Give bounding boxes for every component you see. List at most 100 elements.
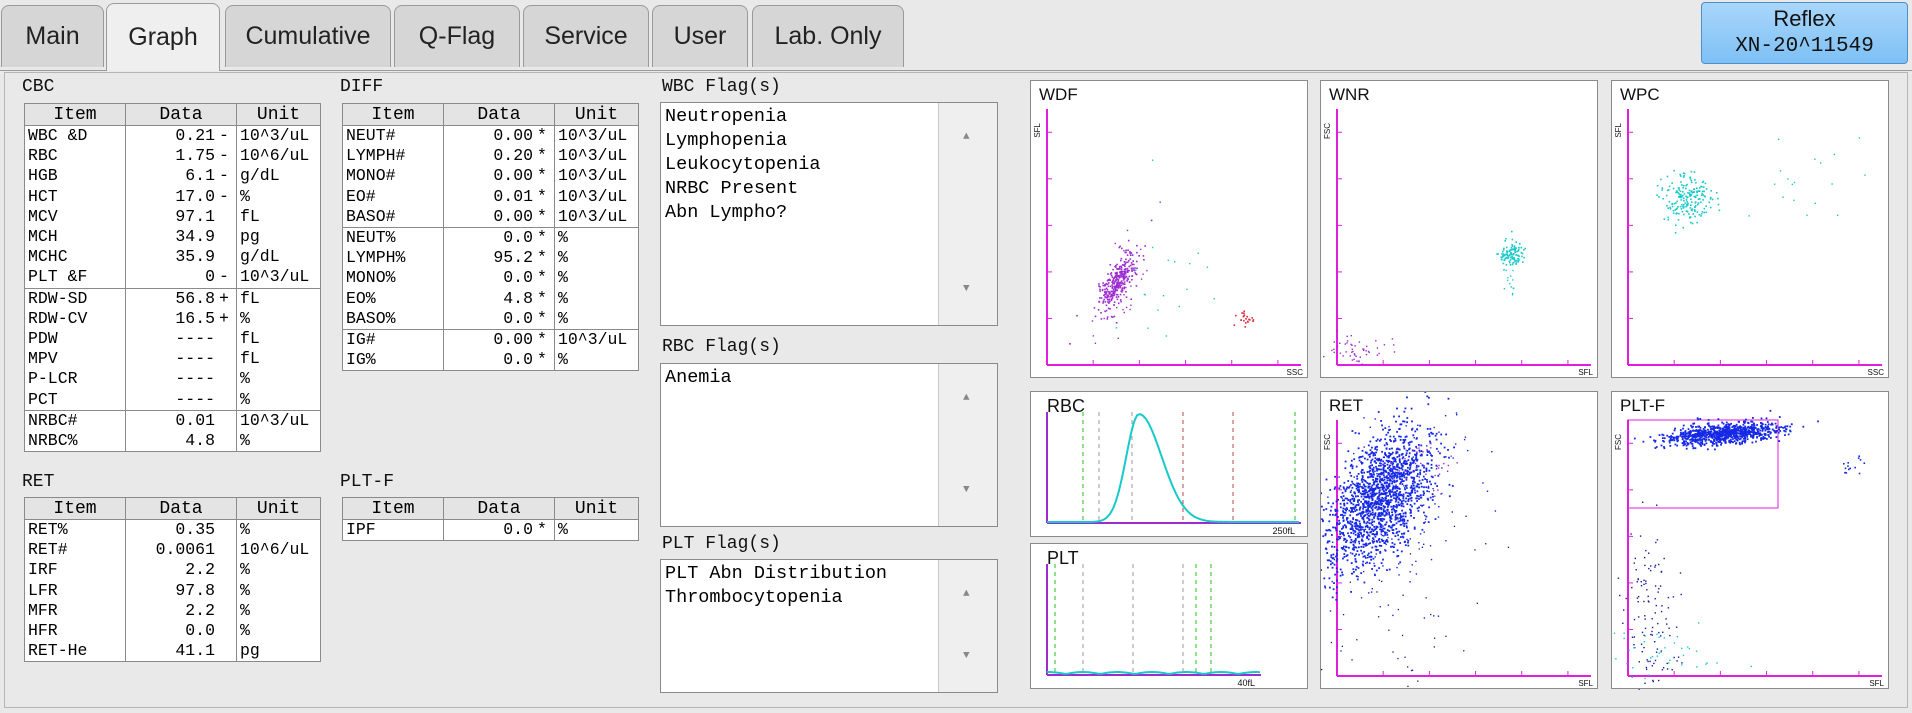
scatter-dot: [1425, 473, 1427, 475]
scroll-down-arrow-icon[interactable]: ▼: [963, 644, 970, 668]
axes: [1046, 109, 1301, 366]
scatter-dot: [1402, 505, 1405, 508]
scatter-dot: [1385, 497, 1387, 500]
scrollbar[interactable]: ▲ ▼: [938, 560, 997, 692]
scroll-down-arrow-icon[interactable]: ▼: [963, 478, 970, 502]
scrollbar[interactable]: ▲ ▼: [938, 364, 997, 526]
plt-flags-list[interactable]: PLT Abn Distribution Thrombocytopenia ▲ ▼: [660, 559, 998, 693]
col-data: Data: [443, 103, 555, 126]
tab-q-flag[interactable]: Q-Flag: [394, 5, 520, 67]
tab-cumulative[interactable]: Cumulative: [225, 5, 391, 67]
scatter-dot: [1700, 213, 1703, 215]
scatter-dot: [1382, 428, 1384, 431]
scatter-dot: [1390, 517, 1393, 520]
scatter-dot: [1408, 473, 1411, 476]
scatter-dot: [1694, 433, 1697, 435]
scatter-dot: [1373, 517, 1375, 519]
scroll-up-arrow-icon[interactable]: ▲: [963, 582, 970, 606]
scatter-dot: [1114, 289, 1117, 292]
rbc-flags-list[interactable]: Anemia ▲ ▼: [660, 363, 998, 527]
scatter-dot: [1345, 546, 1348, 549]
scatter-dot: [1361, 481, 1364, 483]
scatter-dot: [1423, 617, 1426, 619]
scatter-dot: [1356, 482, 1358, 485]
scatter-dot: [1351, 548, 1354, 551]
scatter-dot: [1398, 415, 1400, 418]
scatter-dot: [1697, 203, 1699, 206]
scatter-dot: [1690, 179, 1693, 182]
scatter-dot: [1143, 259, 1145, 261]
scroll-up-arrow-icon[interactable]: ▲: [963, 125, 970, 149]
ret-scattergram: FSC SFL RET: [1320, 391, 1598, 689]
wbc-flags-list[interactable]: Neutropenia Lymphopenia Leukocytopenia NRBC…: [660, 102, 998, 326]
scatter-dot: [1404, 544, 1407, 547]
scatter-dot: [1376, 475, 1379, 477]
scatter-dot: [1336, 552, 1338, 555]
scroll-up-arrow-icon[interactable]: ▲: [963, 386, 970, 410]
scatter-dot: [1409, 571, 1411, 573]
scatter-dot: [1340, 650, 1342, 652]
row-unit: 10^3/uL: [554, 146, 639, 167]
scatter-dot: [1383, 531, 1386, 534]
row-value: 97.8: [175, 580, 215, 600]
scatter-dot: [1248, 318, 1250, 321]
scatter-dot: [1785, 428, 1787, 431]
scatter-dot: [1384, 476, 1387, 479]
scatter-dot: [1675, 224, 1677, 227]
scatter-dot: [1113, 304, 1115, 306]
row-value: 4.8: [503, 288, 533, 308]
scatter-dot: [1251, 317, 1253, 319]
scatter-dot: [1656, 504, 1658, 506]
scatter-dot: [1346, 486, 1349, 489]
tab-main[interactable]: Main: [1, 5, 104, 67]
scatter-dot: [1374, 512, 1377, 515]
plt-flags-title: PLT Flag(s): [662, 534, 781, 554]
scatter-dot: [1509, 261, 1511, 264]
scatter-dot: [1380, 500, 1382, 502]
scatter-dot: [1716, 444, 1719, 447]
scatter-dot: [1387, 604, 1390, 606]
row-flag: -: [219, 146, 229, 166]
scatter-dot: [1391, 488, 1393, 491]
scatter-dot: [1100, 318, 1103, 320]
tab-lab-only[interactable]: Lab. Only: [752, 5, 904, 67]
scatter-dot: [1689, 193, 1692, 196]
tab-graph[interactable]: Graph: [106, 3, 220, 71]
scatter-dot: [1699, 443, 1702, 446]
scatter-dot: [1404, 511, 1407, 514]
row-unit: %: [236, 580, 321, 601]
scatter-dot: [1383, 478, 1386, 481]
scatter-dot: [1372, 487, 1374, 490]
scatter-dot: [1435, 438, 1438, 441]
scatter-dot: [1369, 467, 1371, 470]
scroll-down-arrow-icon[interactable]: ▼: [963, 277, 970, 301]
scrollbar[interactable]: ▲ ▼: [938, 103, 997, 325]
scatter-dot: [1364, 500, 1366, 503]
row-item: MONO#: [342, 166, 444, 187]
row-data: 0.20 *: [443, 146, 555, 167]
scatter-dot: [1380, 545, 1383, 547]
scatter-dot: [1344, 512, 1347, 514]
scatter-dot: [1357, 501, 1359, 503]
scatter-dot: [1690, 190, 1693, 192]
scatter-dot: [1395, 461, 1397, 463]
scatter-dot: [1326, 541, 1329, 544]
reflex-button[interactable]: Reflex XN-20^11549: [1701, 2, 1908, 64]
scatter-dot: [1429, 480, 1431, 483]
row-value: 0.0: [503, 228, 533, 248]
scatter-dot: [1409, 486, 1412, 489]
scatter-dot: [1331, 596, 1334, 599]
scatter-dot: [1104, 285, 1106, 287]
scatter-dot: [1392, 505, 1395, 507]
scatter-dot: [1744, 425, 1747, 428]
scatter-dot: [1361, 493, 1363, 496]
scatter-dot: [1685, 438, 1688, 440]
scatter-dot: [1379, 476, 1381, 478]
tab-service[interactable]: Service: [523, 5, 649, 67]
row-unit: %: [554, 268, 639, 289]
scatter-dot: [1424, 521, 1426, 523]
scatter-dot: [1372, 436, 1375, 439]
scatter-dot: [1396, 466, 1398, 468]
tab-user[interactable]: User: [652, 5, 748, 67]
scatter-dot: [1393, 508, 1396, 511]
